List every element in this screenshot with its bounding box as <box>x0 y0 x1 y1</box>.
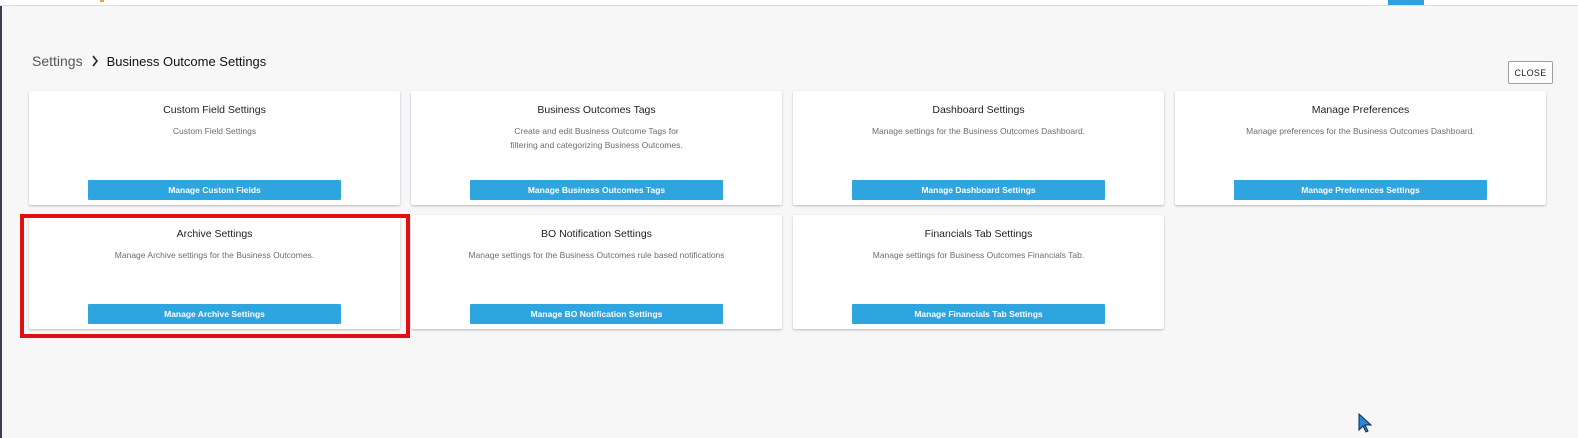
card-title: BO Notification Settings <box>541 228 652 240</box>
card-description: Create and edit Business Outcome Tags fo… <box>411 124 782 152</box>
card-dashboard-settings: Dashboard Settings Manage settings for t… <box>793 91 1164 205</box>
card-description: Custom Field Settings <box>29 124 400 138</box>
top-bar-marker <box>100 0 104 2</box>
card-description-line: filtering and categorizing Business Outc… <box>510 140 683 150</box>
card-description-line: Manage Archive settings for the Business… <box>114 250 315 260</box>
breadcrumb: Settings Business Outcome Settings <box>32 51 266 71</box>
card-title: Business Outcomes Tags <box>537 104 656 116</box>
card-description-line: Manage preferences for the Business Outc… <box>1246 126 1475 136</box>
card-description: Manage settings for the Business Outcome… <box>793 124 1164 138</box>
card-description: Manage preferences for the Business Outc… <box>1175 124 1546 138</box>
card-archive-settings: Archive Settings Manage Archive settings… <box>29 215 400 329</box>
card-description-line: Manage settings for the Business Outcome… <box>871 126 1086 136</box>
card-financials-tab-settings: Financials Tab Settings Manage settings … <box>793 215 1164 329</box>
close-button[interactable]: CLOSE <box>1508 61 1553 84</box>
manage-preferences-settings-button[interactable]: Manage Preferences Settings <box>1234 180 1487 200</box>
breadcrumb-current: Business Outcome Settings <box>106 53 267 69</box>
manage-archive-settings-button[interactable]: Manage Archive Settings <box>88 304 341 324</box>
card-description-line: Manage settings for the Business Outcome… <box>468 250 725 260</box>
mouse-pointer-icon <box>1358 412 1373 433</box>
top-bar <box>0 0 1578 6</box>
card-title: Manage Preferences <box>1311 104 1410 116</box>
card-description: Manage Archive settings for the Business… <box>29 248 400 262</box>
card-title: Custom Field Settings <box>163 104 266 116</box>
card-business-outcomes-tags: Business Outcomes Tags Create and edit B… <box>411 91 782 205</box>
manage-dashboard-settings-button[interactable]: Manage Dashboard Settings <box>852 180 1105 200</box>
chevron-right-icon <box>83 55 107 67</box>
card-bo-notification-settings: BO Notification Settings Manage settings… <box>411 215 782 329</box>
manage-custom-fields-button[interactable]: Manage Custom Fields <box>88 180 341 200</box>
manage-bo-notification-settings-button[interactable]: Manage BO Notification Settings <box>470 304 723 324</box>
card-description-line: Custom Field Settings <box>172 126 257 136</box>
card-custom-field-settings: Custom Field Settings Custom Field Setti… <box>29 91 400 205</box>
top-bar-active-tab[interactable] <box>1388 0 1424 5</box>
card-title: Financials Tab Settings <box>924 228 1033 240</box>
window-left-edge <box>0 0 2 438</box>
card-title: Dashboard Settings <box>932 104 1025 116</box>
card-manage-preferences: Manage Preferences Manage preferences fo… <box>1175 91 1546 205</box>
card-description-line: Create and edit Business Outcome Tags fo… <box>514 126 679 136</box>
card-description-line: Manage settings for Business Outcomes Fi… <box>872 250 1085 260</box>
breadcrumb-settings-link[interactable]: Settings <box>32 53 83 69</box>
card-description: Manage settings for the Business Outcome… <box>411 248 782 262</box>
card-title: Archive Settings <box>176 228 253 240</box>
manage-business-outcomes-tags-button[interactable]: Manage Business Outcomes Tags <box>470 180 723 200</box>
manage-financials-tab-settings-button[interactable]: Manage Financials Tab Settings <box>852 304 1105 324</box>
card-description: Manage settings for Business Outcomes Fi… <box>793 248 1164 262</box>
